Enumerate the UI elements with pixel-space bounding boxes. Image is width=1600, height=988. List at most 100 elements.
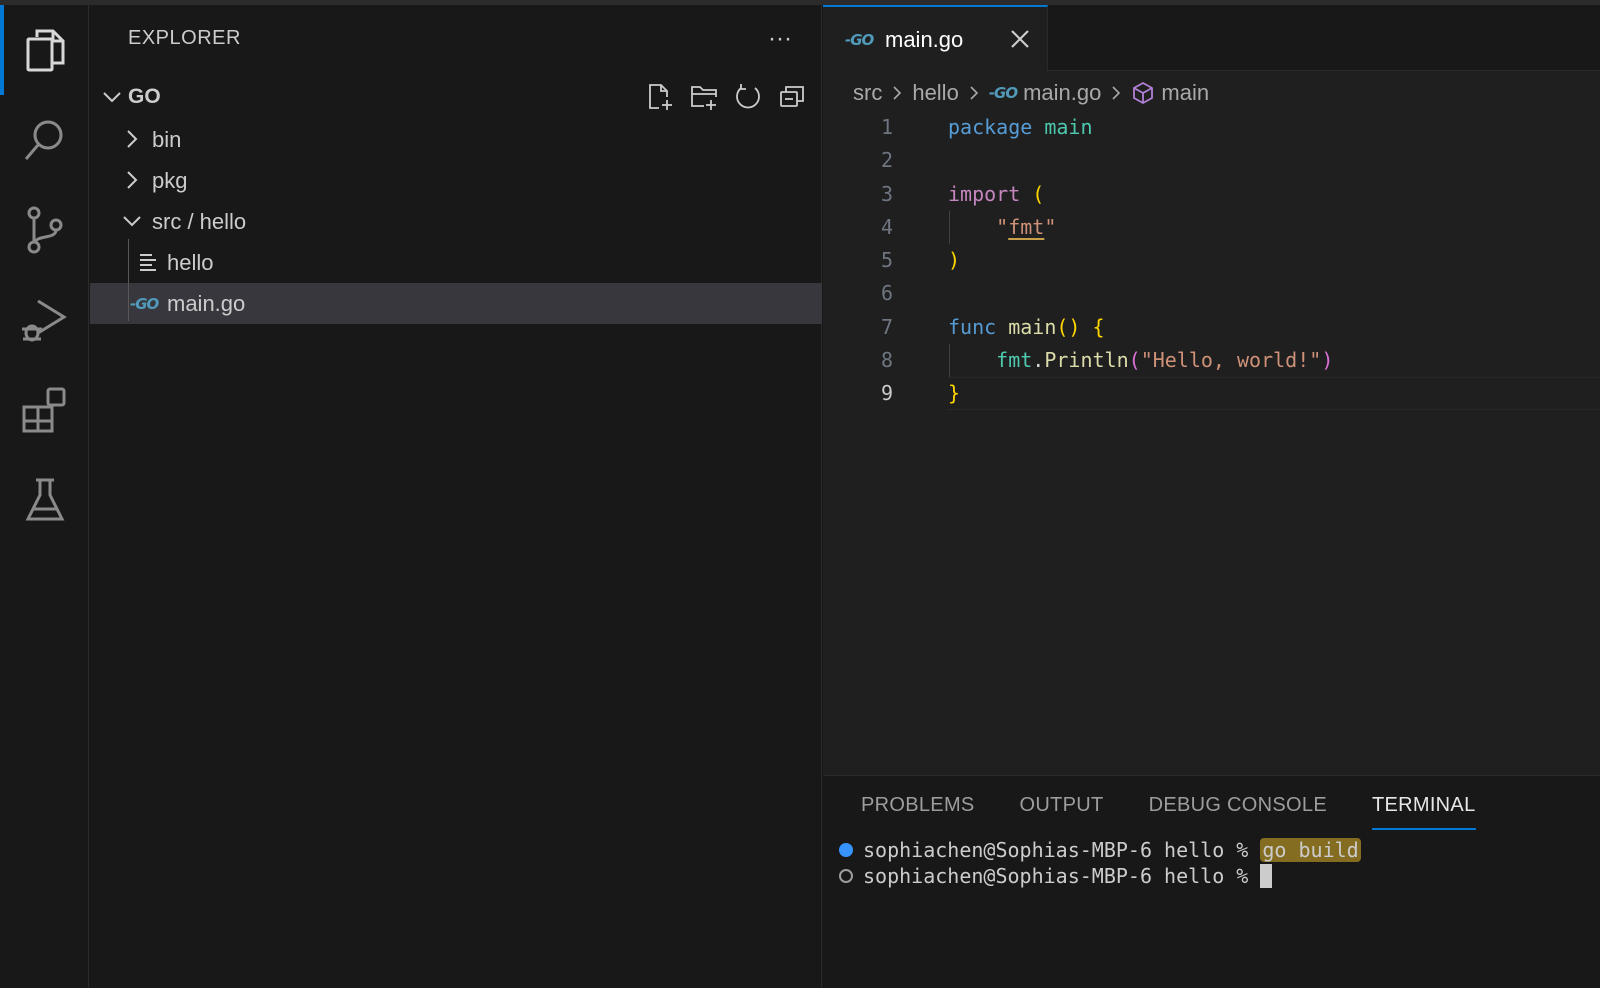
sidebar-title: EXPLORER (128, 27, 241, 49)
editor-tab-bar: -GO main.go (823, 5, 1600, 71)
new-folder-button[interactable] (686, 79, 722, 115)
breadcrumb-item[interactable]: src (853, 80, 882, 106)
line-number: 5 (880, 248, 893, 273)
code-token: package (948, 115, 1033, 139)
go-file-icon: -GO (988, 84, 1018, 102)
code-token: . (1032, 348, 1045, 373)
line-number: 8 (880, 348, 893, 373)
terminal-line[interactable]: sophiachen@Sophias-MBP-6 hello % (839, 863, 1273, 890)
code-token: ( (1032, 181, 1045, 206)
code-line: 3 import ( (823, 178, 1600, 211)
line-number: 1 (880, 115, 893, 139)
code-line-current: 9 } (823, 377, 1600, 411)
chevron-down-icon (103, 92, 121, 103)
terminal-prompt: sophiachen@Sophias-MBP-6 hello % (863, 864, 1261, 888)
activity-bar (0, 5, 89, 988)
tree-file-hello[interactable]: hello (90, 242, 822, 283)
new-file-button[interactable] (642, 79, 678, 115)
tab-debug-console[interactable]: DEBUG CONSOLE (1149, 794, 1327, 830)
activity-source-control[interactable] (0, 185, 89, 275)
close-icon[interactable] (1006, 25, 1034, 53)
code-token: ) (1321, 348, 1334, 373)
new-file-icon (649, 84, 672, 110)
tree-label: src / hello (152, 209, 247, 234)
activity-testing[interactable] (0, 455, 89, 545)
chevron-right-icon (127, 130, 138, 148)
code-token: " (996, 214, 1009, 239)
tab-terminal[interactable]: TERMINAL (1371, 794, 1476, 830)
editor-tab-main-go[interactable]: -GO main.go (823, 5, 1048, 71)
line-number: 6 (880, 281, 893, 306)
code-line: 7 func main() { (823, 311, 1600, 344)
chevron-down-icon (123, 216, 141, 227)
extensions-icon (22, 387, 65, 433)
activity-search[interactable] (0, 95, 89, 185)
text-file-icon (140, 254, 156, 271)
line-number: 2 (880, 148, 893, 173)
tree-file-main-go[interactable]: -GO main.go (90, 283, 822, 324)
activity-run-debug[interactable] (0, 275, 89, 365)
code-token: ) (948, 248, 961, 273)
activity-explorer[interactable] (0, 5, 89, 95)
breadcrumb-item[interactable]: main.go (1023, 80, 1101, 106)
code-token: () (1056, 314, 1081, 339)
line-number: 7 (880, 314, 893, 339)
tab-problems[interactable]: PROBLEMS (861, 794, 975, 830)
chevron-right-icon (127, 171, 138, 189)
code-token: func (948, 314, 997, 339)
line-number: 3 (880, 181, 893, 206)
terminal-prompt: sophiachen@Sophias-MBP-6 hello % (863, 838, 1261, 862)
code-token: { (1092, 314, 1105, 339)
chevron-right-icon (893, 86, 902, 100)
source-control-icon (27, 206, 62, 254)
breadcrumb-item[interactable]: hello (912, 80, 958, 106)
explorer-toolbar (642, 79, 810, 115)
code-editor[interactable]: 1 package main 2 3 import ( 4 "fmt" 5 ) … (823, 111, 1600, 411)
tree-folder-pkg[interactable]: pkg (90, 160, 822, 201)
tree-label: pkg (152, 168, 188, 193)
go-file-icon: -GO (845, 31, 874, 49)
code-line: 5 ) (823, 244, 1600, 277)
symbol-method-icon (1133, 81, 1154, 105)
refresh-icon (736, 84, 760, 109)
code-token: "Hello, world!" (1140, 348, 1322, 373)
tab-output[interactable]: OUTPUT (1020, 794, 1104, 830)
workspace-folder-name: GO (128, 85, 161, 108)
collapse-folders-button[interactable] (774, 79, 810, 115)
code-token: import (948, 181, 1021, 206)
code-token: ( (1128, 348, 1141, 373)
code-token: fmt (1008, 214, 1045, 239)
tree-label: main.go (167, 291, 246, 316)
explorer-sidebar: EXPLORER ··· GO bin pkg src / hello hell… (90, 5, 822, 988)
code-line: 8 fmt.Println("Hello, world!") (823, 344, 1600, 378)
refresh-explorer-button[interactable] (730, 79, 766, 115)
line-number: 4 (880, 214, 893, 239)
more-actions-button[interactable]: ··· (760, 19, 800, 59)
workspace-folder-header[interactable]: GO (90, 75, 822, 119)
line-number: 9 (880, 381, 893, 406)
tab-label: main.go (885, 27, 964, 52)
code-token: } (948, 381, 961, 406)
chevron-right-icon (970, 86, 978, 100)
code-token: main (1044, 115, 1093, 139)
indent-guide (128, 239, 129, 321)
code-line: 6 (823, 277, 1600, 310)
code-token: " (1044, 214, 1057, 239)
tree-folder-bin[interactable]: bin (90, 119, 822, 160)
flask-icon (25, 478, 64, 521)
activity-extensions[interactable] (0, 365, 89, 455)
command-pending-icon (839, 868, 853, 883)
terminal-line[interactable]: sophiachen@Sophias-MBP-6 hello % go buil… (839, 838, 1361, 862)
editor-group: -GO main.go src hello -GO main.go main 1 (823, 5, 1600, 775)
command-success-icon (839, 842, 853, 857)
breadcrumb-item[interactable]: main (1161, 80, 1209, 106)
breadcrumb: src hello -GO main.go main (853, 75, 1209, 111)
current-line-highlight (948, 377, 1600, 411)
search-icon (24, 120, 62, 160)
run-debug-icon (21, 299, 67, 342)
new-folder-icon (691, 86, 717, 110)
go-file-icon: -GO (130, 295, 159, 313)
code-line: 2 (823, 144, 1600, 177)
tree-folder-src-hello[interactable]: src / hello (90, 201, 822, 242)
tree-label: bin (152, 127, 182, 152)
